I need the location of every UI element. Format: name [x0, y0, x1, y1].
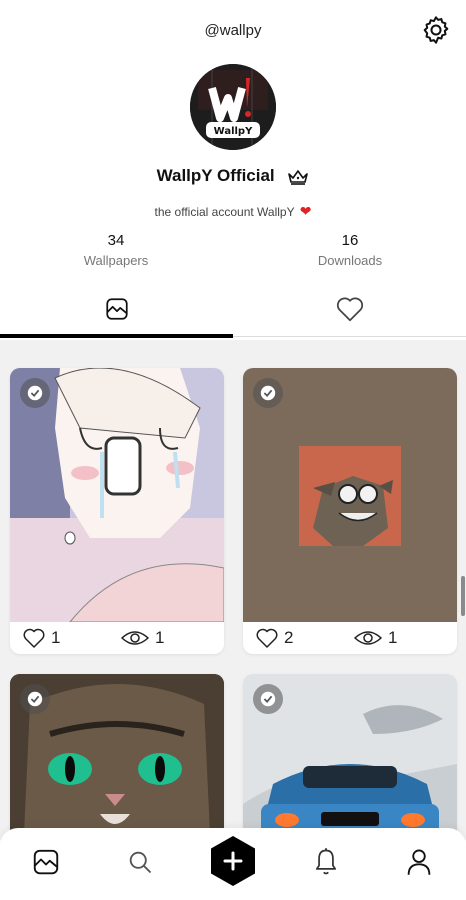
heart-outline-icon	[256, 628, 278, 648]
stat-wallpapers-label: Wallpapers	[83, 253, 149, 268]
wallpaper-card[interactable]	[243, 674, 457, 840]
card-stats: 1 1	[10, 622, 224, 654]
heart-outline-icon	[335, 295, 365, 328]
like-count[interactable]: 1	[22, 627, 60, 649]
profile-handle: @wallpy	[204, 22, 262, 39]
scrollbar-thumb[interactable]	[461, 576, 465, 616]
wallpaper-image[interactable]	[243, 368, 457, 622]
verified-badge-icon	[20, 684, 50, 714]
profile-name-row: WallpY Official	[0, 166, 466, 186]
verified-badge-icon	[253, 684, 283, 714]
add-icon	[206, 834, 260, 893]
avatar[interactable]: WallpY	[190, 64, 276, 150]
profile-tabs	[0, 286, 466, 340]
stat-wallpapers[interactable]: 34 Wallpapers	[16, 232, 216, 268]
profile-icon	[405, 847, 433, 882]
bottom-navigation	[0, 828, 466, 900]
view-count-value: 1	[155, 628, 165, 647]
tab-wallpapers[interactable]	[0, 286, 233, 336]
wallpaper-grid: 1 1 2 1	[0, 340, 466, 840]
nav-add-button[interactable]	[206, 834, 260, 893]
like-count-value: 2	[284, 628, 294, 647]
heart-outline-icon	[23, 628, 45, 648]
wallpaper-card[interactable]	[10, 674, 224, 840]
wallpaper-image[interactable]	[243, 674, 457, 840]
top-bar: @wallpy	[0, 0, 466, 62]
wallpaper-card[interactable]: 1 1	[10, 368, 224, 654]
wallpaper-image[interactable]	[10, 368, 224, 622]
gear-icon[interactable]	[420, 14, 452, 46]
profile-bio: the official account WallpY ❤	[0, 203, 466, 220]
image-icon	[31, 847, 61, 882]
nav-notifications[interactable]	[308, 846, 344, 882]
nav-wallpapers[interactable]	[28, 846, 64, 882]
view-count-value: 1	[388, 628, 398, 647]
image-icon	[104, 296, 130, 327]
like-count[interactable]: 2	[255, 627, 293, 649]
nav-profile[interactable]	[401, 846, 437, 882]
view-count: 1	[353, 628, 397, 648]
like-count-value: 1	[51, 628, 61, 647]
eye-icon	[120, 631, 150, 645]
crown-icon	[287, 169, 309, 185]
view-count: 1	[120, 628, 164, 648]
wallpaper-card[interactable]: 2 1	[243, 368, 457, 654]
eye-icon	[353, 631, 383, 645]
tab-divider	[233, 336, 466, 337]
bell-icon	[312, 847, 340, 882]
stat-downloads[interactable]: 16 Downloads	[250, 232, 450, 268]
active-tab-indicator	[0, 334, 233, 338]
stat-downloads-label: Downloads	[317, 253, 383, 268]
search-icon	[126, 848, 154, 881]
bio-text: the official account WallpY	[154, 205, 295, 219]
heart-emoji: ❤	[299, 203, 312, 219]
tab-liked[interactable]	[233, 286, 466, 336]
profile-name: WallpY Official	[156, 166, 275, 185]
card-stats: 2 1	[243, 622, 457, 654]
nav-search[interactable]	[122, 846, 158, 882]
avatar-logo-text: WallpY	[214, 126, 253, 137]
verified-badge-icon	[20, 378, 50, 408]
wallpaper-image[interactable]	[10, 674, 224, 840]
verified-badge-icon	[253, 378, 283, 408]
stat-wallpapers-count: 34	[107, 232, 125, 249]
stat-downloads-count: 16	[341, 232, 359, 249]
